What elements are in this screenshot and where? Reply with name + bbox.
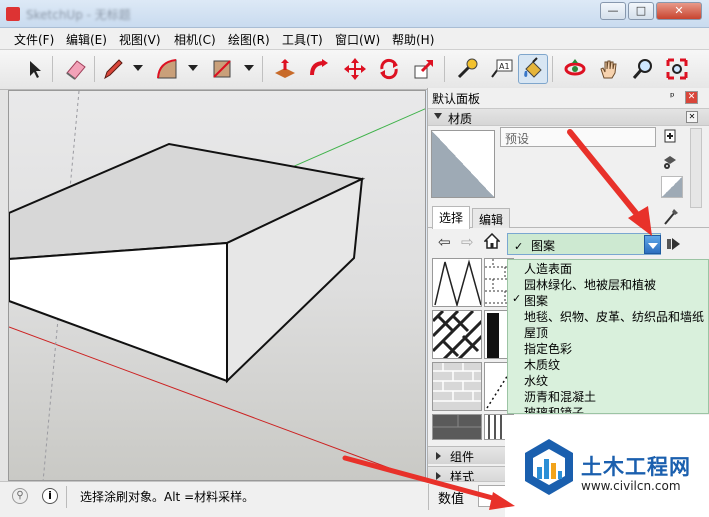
watermark-logo-icon	[525, 439, 573, 495]
measurements-label: 数值	[438, 492, 465, 507]
home-icon[interactable]	[483, 232, 501, 249]
eraser-icon[interactable]	[60, 54, 90, 84]
app-logo-icon	[6, 7, 20, 21]
dropdown-option[interactable]: 木质纹	[524, 356, 560, 373]
watermark-name: 土木工程网	[581, 455, 691, 479]
menu-help[interactable]: 帮助(H)	[392, 31, 434, 48]
menu-edit[interactable]: 编辑(E)	[66, 31, 107, 48]
materials-title: 材质	[448, 112, 473, 126]
pencil-line-icon[interactable]	[98, 54, 128, 84]
measurements-input[interactable]	[478, 485, 508, 507]
chevron-down-icon[interactable]	[244, 65, 254, 71]
zoom-icon[interactable]	[628, 54, 658, 84]
menu-file[interactable]: 文件(F)	[14, 31, 54, 48]
material-thumbnail[interactable]	[432, 258, 482, 307]
model-viewport[interactable]	[8, 90, 426, 481]
material-thumbnail[interactable]	[432, 362, 482, 411]
maximize-button[interactable]: □	[628, 2, 654, 20]
dropdown-option[interactable]: 地毯、织物、皮革、纺织品和墙纸	[524, 308, 704, 325]
chevron-down-icon[interactable]	[133, 65, 143, 71]
move-icon[interactable]	[340, 54, 370, 84]
expand-triangle-icon	[434, 113, 442, 119]
title-bar: SketchUp - 无标题 — □ ✕	[0, 0, 709, 28]
window-title: SketchUp - 无标题	[26, 8, 131, 22]
zoom-extents-icon[interactable]	[662, 54, 692, 84]
dropdown-option[interactable]: 沥青和混凝土	[524, 388, 596, 405]
material-thumbnail[interactable]	[432, 310, 482, 359]
check-icon: ✓	[512, 292, 522, 305]
material-thumbnails	[432, 258, 514, 440]
forward-arrow-icon[interactable]: ⇨	[461, 233, 474, 251]
info-icon[interactable]: i	[42, 488, 58, 504]
dropdown-option[interactable]: 屋顶	[524, 324, 548, 341]
expand-triangle-icon	[436, 452, 441, 460]
select-arrow-icon[interactable]	[20, 54, 50, 84]
tray-scrollbar[interactable]	[690, 128, 702, 208]
material-name-field[interactable]: 预设	[500, 127, 656, 147]
dropdown-option[interactable]: 指定色彩	[524, 340, 572, 357]
material-library-icon[interactable]	[661, 152, 679, 170]
menu-view[interactable]: 视图(V)	[119, 31, 161, 48]
collection-dropdown-button[interactable]	[644, 235, 661, 254]
box-front-face	[9, 241, 228, 383]
dropdown-option[interactable]: 园林绿化、地被层和植被	[524, 276, 656, 293]
scale-icon[interactable]	[409, 54, 439, 84]
details-arrow-icon[interactable]	[666, 235, 682, 253]
watermark-url: www.civilcn.com	[581, 479, 681, 493]
menu-camera[interactable]: 相机(C)	[174, 31, 216, 48]
orbit-icon[interactable]	[560, 54, 590, 84]
text-label-icon[interactable]: A1	[486, 54, 516, 84]
materials-header[interactable]: 材质 ✕	[428, 108, 709, 126]
rotate-icon[interactable]	[374, 54, 404, 84]
pin-icon[interactable]: ᵖ	[670, 90, 675, 103]
collection-selected-value: 图案	[531, 239, 556, 253]
tape-measure-icon[interactable]	[452, 54, 482, 84]
back-arrow-icon[interactable]: ⇦	[438, 233, 451, 251]
push-pull-icon[interactable]	[270, 54, 300, 84]
components-title: 组件	[450, 450, 475, 464]
collection-select[interactable]: ✓ 图案	[507, 233, 661, 255]
dropdown-option-selected[interactable]: 图案	[524, 292, 548, 309]
paint-bucket-icon[interactable]	[518, 54, 548, 84]
status-message: 选择涂刷对象。Alt =材料采样。	[80, 490, 255, 504]
text-tool-label: A1	[499, 62, 510, 71]
arc-icon[interactable]	[152, 54, 182, 84]
material-tabs: 选择 编辑	[428, 206, 709, 229]
minimize-button[interactable]: —	[600, 2, 626, 20]
tab-select[interactable]: 选择	[432, 206, 471, 229]
dropdown-option[interactable]: 玻璃和镜子	[524, 404, 584, 413]
follow-me-icon[interactable]	[305, 54, 335, 84]
site-watermark: 土木工程网 www.civilcn.com	[505, 415, 709, 517]
material-preview-swatch	[431, 130, 495, 198]
tray-header: 默认面板 ᵖ ✕	[428, 88, 709, 108]
menu-tools[interactable]: 工具(T)	[282, 31, 323, 48]
check-icon: ✓	[514, 240, 524, 253]
close-button[interactable]: ✕	[656, 2, 702, 20]
expand-triangle-icon	[436, 472, 441, 480]
menu-draw[interactable]: 绘图(R)	[228, 31, 270, 48]
main-toolbar: A1	[0, 50, 709, 90]
default-material-swatch[interactable]	[661, 176, 683, 198]
left-edge	[0, 90, 8, 481]
dropdown-option[interactable]: 人造表面	[524, 260, 572, 277]
tray-title: 默认面板	[432, 92, 481, 106]
tray-close-button[interactable]: ✕	[685, 91, 698, 104]
menu-bar: 文件(F) 编辑(E) 视图(V) 相机(C) 绘图(R) 工具(T) 窗口(W…	[0, 28, 709, 50]
geo-location-icon[interactable]: ⚲	[12, 488, 28, 504]
status-divider	[428, 484, 429, 510]
material-thumbnail[interactable]	[432, 414, 482, 440]
rectangle-icon[interactable]	[207, 54, 237, 84]
pan-hand-icon[interactable]	[594, 54, 624, 84]
create-material-icon[interactable]	[661, 128, 679, 146]
tab-edit[interactable]: 编辑	[472, 208, 511, 228]
chevron-down-icon[interactable]	[188, 65, 198, 71]
menu-window[interactable]: 窗口(W)	[335, 31, 380, 48]
status-divider	[66, 486, 67, 508]
materials-close-icon[interactable]: ✕	[686, 111, 698, 123]
dropdown-option[interactable]: 水纹	[524, 372, 548, 389]
collection-dropdown-list: 人造表面 园林绿化、地被层和植被 ✓ 图案 地毯、织物、皮革、纺织品和墙纸 屋顶…	[507, 259, 709, 414]
